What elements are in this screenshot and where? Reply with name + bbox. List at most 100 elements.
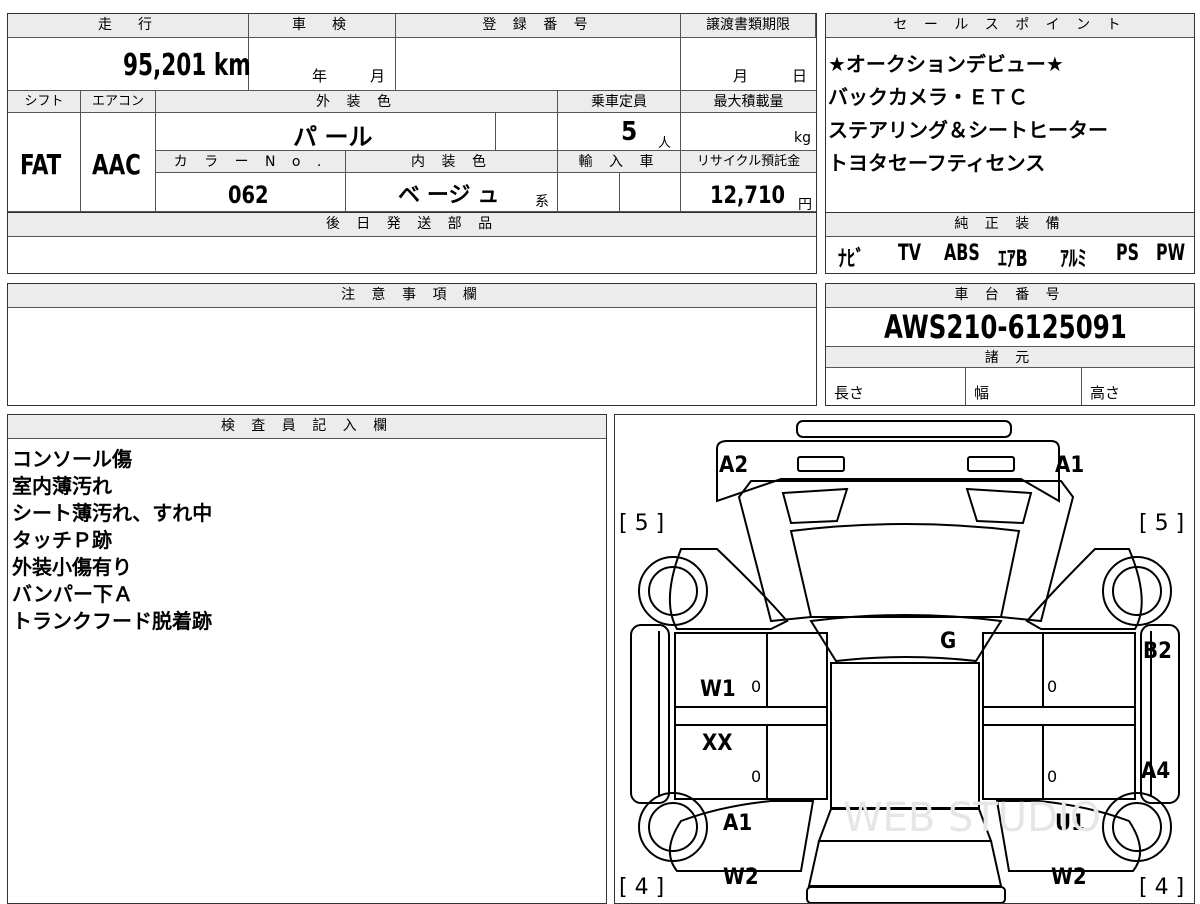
inspector-notes-title: 検 査 員 記 入 欄 [220,418,394,434]
roof [830,662,980,809]
notes-box: 注 意 事 項 欄 [7,283,817,406]
hood-inner [789,523,1021,618]
equip-alloy: ｱﾙﾐ [1060,247,1087,272]
header-recycle: リサイクル預託金 [681,151,816,173]
trunk [807,840,1003,887]
hood [737,480,1075,623]
header-inspector-notes: 検 査 員 記 入 欄 [8,415,606,439]
registration-cell [396,38,681,91]
exterior-color-value: パ ール [293,123,373,151]
spec-length-label: 長さ [834,384,865,402]
left-sill-top [674,706,828,726]
header-capacity: 乗車定員 [558,91,681,113]
right-headlight [967,456,1015,472]
right-front-window [982,632,1044,708]
mark-w2-right: W2 [1051,865,1087,890]
chassis-box: 車 台 番 号 AWS210-6125091 諸 元 長さ 幅 高さ [825,283,1195,406]
equip-tv: TV [898,241,922,266]
inspector-note-3: シート薄汚れ、すれ中 [12,501,213,525]
zero-right-rear: 0 [1047,767,1058,786]
capacity-value: 5 [621,117,638,147]
mark-b2: B2 [1143,639,1172,664]
windshield [809,614,1003,663]
spec-width-label: 幅 [974,384,990,402]
header-sales-points: セ ー ル ス ポ イ ン ト [826,14,1194,38]
right-front-fender [1025,548,1143,630]
hood-vent-left [781,487,849,525]
sales-point-2: バックカメラ・ＥＴＣ [828,85,1028,109]
chassis-no-value: AWS210-6125091 [884,308,1127,346]
import-cell-1 [558,173,620,212]
left-front-window [766,632,828,708]
header-mileage: 走 行 [8,14,249,38]
header-inspection: 車 検 [249,14,396,38]
capacity-unit: 人 [658,136,672,151]
mark-a1-front: A1 [1055,453,1085,478]
zero-left-front: 0 [751,677,762,696]
rear-bumper-strip [806,886,1006,903]
front-bumper-strip [796,420,1012,438]
vehicle-spec-table: 走 行 車 検 登 録 番 号 譲渡書類期限 95,201 km 年 月 月 日… [7,13,817,213]
mark-g: G [940,629,957,654]
equip-ps: PS [1116,241,1140,266]
transfer-day-label: 日 [792,67,808,85]
hood-vent-right [965,487,1033,525]
header-genuine-equipment: 純 正 装 備 [826,213,1194,237]
header-shift: シフト [8,91,81,113]
spec-height-label: 高さ [1090,384,1121,402]
header-notes: 注 意 事 項 欄 [8,284,816,308]
later-parts-box: 後 日 発 送 部 品 [7,212,817,274]
header-chassis-no: 車 台 番 号 [826,284,1194,308]
max-load-unit: kg [794,130,811,146]
inspection-month-label: 月 [370,67,386,85]
inspector-note-2: 室内薄汚れ [12,474,112,498]
tire-rear-right: [ 4 ] [1139,875,1185,900]
tire-rear-left: [ 4 ] [619,875,665,900]
exterior-color-extra [496,113,558,151]
interior-color-value: ベ ージ ュ [398,183,500,208]
header-interior-color: 内 装 色 [346,151,558,173]
shift-value: FAT [20,148,62,181]
mark-w2-left: W2 [723,865,759,890]
sales-point-4: トヨタセーフティセンス [828,151,1046,175]
damage-diagram-box: A2 A1 G B2 W1 XX A4 A1 U1 W2 W2 [ 5 ] [ … [614,414,1195,904]
inspector-note-5: 外装小傷有り [12,555,132,579]
mileage-value: 95,201 km [123,48,251,83]
header-aircon: エアコン [81,91,156,113]
header-transfer-deadline: 譲渡書類期限 [681,14,816,38]
tire-front-left: [ 5 ] [619,511,665,536]
header-max-load: 最大積載量 [681,91,816,113]
inspector-note-6: バンパー下Ａ [12,582,133,606]
header-exterior-color: 外 装 色 [156,91,558,113]
left-side-step [630,624,670,804]
sales-points-box: セ ー ル ス ポ イ ン ト ★オークションデビュー★ バックカメラ・ＥＴＣ … [825,13,1195,213]
tire-front-right: [ 5 ] [1139,511,1185,536]
zero-left-rear: 0 [751,767,762,786]
equip-pw: PW [1156,241,1186,266]
import-cell-2 [620,173,681,212]
header-later-parts: 後 日 発 送 部 品 [8,213,816,237]
header-registration: 登 録 番 号 [396,14,681,38]
watermark: WEB STUDIO [843,795,1102,841]
header-color-no: カ ラ ー N o . [156,151,346,173]
sales-point-1: ★オークションデビュー★ [828,52,1064,76]
equip-navi: ﾅﾋﾞ [838,247,865,272]
inspector-note-1: コンソール傷 [12,447,132,471]
inspector-note-7: トランクフード脱着跡 [12,609,212,633]
left-headlight [797,456,845,472]
left-rear-window [766,724,828,800]
genuine-equipment-box: 純 正 装 備 ﾅﾋﾞ TV ABS ｴｱB ｱﾙﾐ PS PW [825,212,1195,274]
recycle-unit: 円 [798,197,812,213]
mark-a2: A2 [719,453,749,478]
right-rear-door [1042,724,1136,800]
equip-airbag: ｴｱB [998,247,1028,272]
sales-point-3: ステアリング＆シートヒーター [828,118,1108,142]
mark-a4: A4 [1141,759,1171,784]
mark-xx: XX [702,731,733,756]
mark-w1: W1 [700,677,736,702]
recycle-fee-value: 12,710 [710,181,785,209]
zero-right-front: 0 [1047,677,1058,696]
inspection-year-label: 年 [312,67,328,85]
inspector-notes-box: 検 査 員 記 入 欄 コンソール傷 室内薄汚れ シート薄汚れ、すれ中 タッチＰ… [7,414,607,904]
equip-abs: ABS [944,241,980,266]
